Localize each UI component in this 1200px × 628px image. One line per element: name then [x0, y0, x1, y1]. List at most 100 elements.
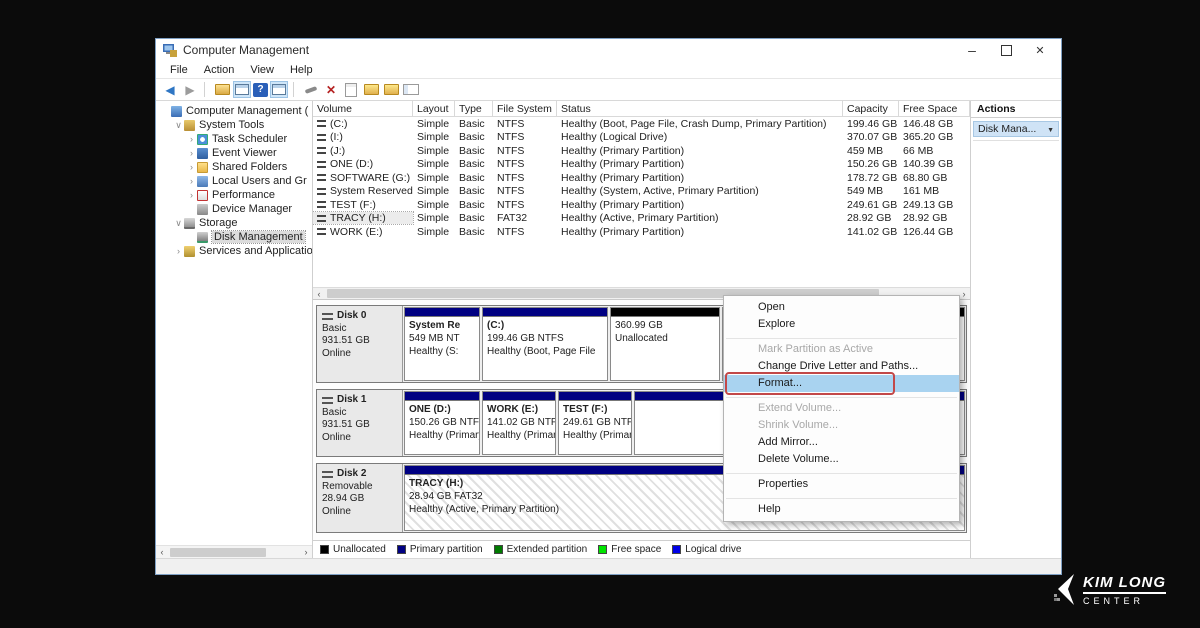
context-menu-item[interactable]: Open: [724, 299, 959, 316]
context-menu-item[interactable]: [726, 335, 957, 339]
console-tree-icon[interactable]: [233, 81, 251, 98]
column-header[interactable]: File System: [493, 101, 557, 116]
forward-icon[interactable]: [181, 81, 199, 98]
column-header[interactable]: Type: [455, 101, 493, 116]
tree-horizontal-scrollbar[interactable]: ‹ ›: [156, 545, 312, 558]
tree-item[interactable]: Disk Management: [156, 230, 312, 244]
tree-item[interactable]: Device Manager: [156, 202, 312, 216]
titlebar[interactable]: Computer Management: [156, 39, 1061, 61]
context-menu-item[interactable]: Explore: [724, 316, 959, 333]
tree-item[interactable]: › Local Users and Gr: [156, 174, 312, 188]
context-menu-item[interactable]: Mark Partition as Active: [724, 341, 959, 358]
volume-row[interactable]: TRACY (H:) Simple Basic FAT32 Healthy (A…: [313, 212, 970, 226]
tree-item[interactable]: › Event Viewer: [156, 146, 312, 160]
tree-item[interactable]: ∨ System Tools: [156, 118, 312, 132]
context-menu-item[interactable]: Add Mirror...: [724, 434, 959, 451]
delete-icon[interactable]: [322, 81, 340, 98]
checklist-icon[interactable]: [342, 81, 360, 98]
partition-status: Healthy (Boot, Page File: [487, 345, 603, 358]
chevron-icon[interactable]: ›: [186, 190, 197, 200]
actions-disk-management-dropdown[interactable]: Disk Mana...: [973, 121, 1059, 137]
separator-icon[interactable]: [293, 82, 297, 97]
chevron-icon[interactable]: ›: [186, 176, 197, 186]
volume-row[interactable]: (C:) Simple Basic NTFS Healthy (Boot, Pa…: [313, 117, 970, 131]
chevron-icon[interactable]: ›: [186, 148, 197, 158]
chevron-icon[interactable]: ∨: [173, 218, 184, 229]
tree-item[interactable]: › Shared Folders: [156, 160, 312, 174]
folder-add-icon[interactable]: [362, 81, 380, 98]
context-menu-item[interactable]: Properties: [724, 476, 959, 493]
partition-type-bar: [611, 308, 719, 317]
menubar-item[interactable]: Action: [196, 64, 243, 76]
partition[interactable]: 360.99 GB Unallocated: [610, 307, 720, 381]
chevron-icon[interactable]: ›: [173, 246, 184, 256]
folder-search-icon[interactable]: [382, 81, 400, 98]
context-menu-item[interactable]: [726, 470, 957, 474]
tool-icon[interactable]: [302, 81, 320, 98]
scroll-right-icon[interactable]: ›: [300, 547, 312, 557]
properties-icon[interactable]: [402, 81, 420, 98]
legend-swatch: [672, 545, 681, 554]
toolbar: [156, 79, 1061, 101]
disk-label[interactable]: Disk 0 Basic 931.51 GB Online: [317, 306, 403, 382]
partition[interactable]: ONE (D:) 150.26 GB NTFS Healthy (Primary…: [404, 391, 480, 455]
partition-status: Healthy (Primary P: [487, 429, 551, 442]
console-window-icon[interactable]: [270, 81, 288, 98]
tree-item[interactable]: ∨ Storage: [156, 216, 312, 230]
context-menu-item[interactable]: Extend Volume...: [724, 400, 959, 417]
tree-item[interactable]: › Services and Applicatio: [156, 244, 312, 258]
volume-filesystem: NTFS: [493, 199, 557, 211]
volume-freespace: 249.13 GB: [899, 199, 970, 211]
volume-row[interactable]: (J:) Simple Basic NTFS Healthy (Primary …: [313, 144, 970, 158]
help-icon[interactable]: [253, 83, 268, 97]
column-header[interactable]: Capacity: [843, 101, 899, 116]
partition[interactable]: WORK (E:) 141.02 GB NTFS Healthy (Primar…: [482, 391, 556, 455]
disk-icon: [322, 471, 333, 478]
volume-capacity: 370.07 GB: [843, 131, 899, 143]
export-icon[interactable]: [213, 81, 231, 98]
volume-row[interactable]: (I:) Simple Basic NTFS Healthy (Logical …: [313, 131, 970, 145]
menubar-item[interactable]: View: [242, 64, 282, 76]
chevron-icon[interactable]: ›: [186, 162, 197, 172]
tree-item[interactable]: › Task Scheduler: [156, 132, 312, 146]
chevron-icon[interactable]: ›: [186, 134, 197, 144]
context-menu-item[interactable]: [726, 495, 957, 499]
tree-item[interactable]: › Performance: [156, 188, 312, 202]
column-header[interactable]: Free Space: [899, 101, 970, 116]
close-button[interactable]: [1023, 40, 1057, 60]
volume-row[interactable]: TEST (F:) Simple Basic NTFS Healthy (Pri…: [313, 198, 970, 212]
disk-label[interactable]: Disk 2 Removable 28.94 GB Online: [317, 464, 403, 532]
separator-icon[interactable]: [204, 82, 208, 97]
disk-label[interactable]: Disk 1 Basic 931.51 GB Online: [317, 390, 403, 456]
column-header[interactable]: Volume: [313, 101, 413, 116]
back-icon[interactable]: [161, 81, 179, 98]
menubar-item[interactable]: File: [162, 64, 196, 76]
context-menu-item[interactable]: Help: [724, 501, 959, 518]
scroll-thumb[interactable]: [170, 548, 266, 557]
menubar-item[interactable]: Help: [282, 64, 321, 76]
context-menu-item[interactable]: Change Drive Letter and Paths...: [724, 358, 959, 375]
context-menu-item[interactable]: [726, 394, 957, 398]
volume-row[interactable]: SOFTWARE (G:) Simple Basic NTFS Healthy …: [313, 171, 970, 185]
disk-size: 931.51 GB: [322, 419, 397, 432]
context-menu-item[interactable]: Shrink Volume...: [724, 417, 959, 434]
context-menu-item[interactable]: Delete Volume...: [724, 451, 959, 468]
partition[interactable]: TEST (F:) 249.61 GB NTFS Healthy (Primar…: [558, 391, 632, 455]
minimize-button[interactable]: [955, 40, 989, 60]
maximize-button[interactable]: [989, 40, 1023, 60]
volume-row[interactable]: WORK (E:) Simple Basic NTFS Healthy (Pri…: [313, 225, 970, 239]
tree-item[interactable]: Computer Management (: [156, 104, 312, 118]
scroll-left-icon[interactable]: ‹: [313, 289, 325, 299]
services-icon: [184, 246, 195, 257]
context-menu-item[interactable]: Format...: [724, 375, 959, 392]
partition[interactable]: (C:) 199.46 GB NTFS Healthy (Boot, Page …: [482, 307, 608, 381]
folder-icon: [197, 162, 208, 173]
chevron-icon[interactable]: ∨: [173, 120, 184, 131]
column-header[interactable]: Status: [557, 101, 843, 116]
tree-item-label: Task Scheduler: [212, 133, 287, 145]
partition[interactable]: System Re 549 MB NT Healthy (S:: [404, 307, 480, 381]
scroll-left-icon[interactable]: ‹: [156, 547, 168, 557]
volume-row[interactable]: System Reserved Simple Basic NTFS Health…: [313, 185, 970, 199]
column-header[interactable]: Layout: [413, 101, 455, 116]
volume-row[interactable]: ONE (D:) Simple Basic NTFS Healthy (Prim…: [313, 158, 970, 172]
